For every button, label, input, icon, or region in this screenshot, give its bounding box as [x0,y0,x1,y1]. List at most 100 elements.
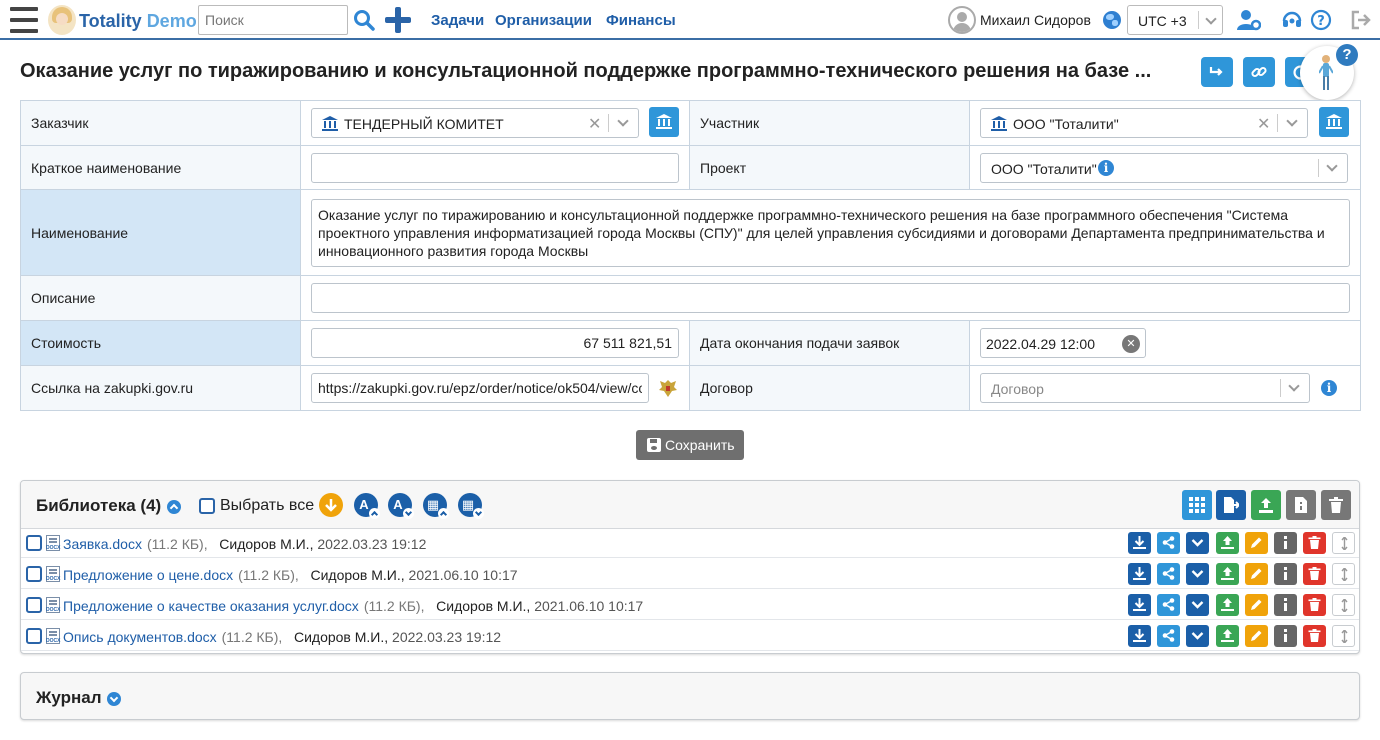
delete-button[interactable] [1303,563,1327,585]
assistant-helper[interactable]: ? [1300,44,1358,100]
journal-panel[interactable]: Журнал [20,672,1360,720]
coat-of-arms-icon[interactable] [657,378,679,398]
download-button[interactable] [1128,532,1151,554]
info-button[interactable] [1274,563,1297,585]
upload-button[interactable] [1251,490,1281,520]
file-name-link[interactable]: Заявка.docx [63,536,142,552]
file-row: Опись документов.docx(11.2 КБ), Сидоров … [21,620,1359,651]
info-icon[interactable]: i [1098,159,1114,176]
nav-organizations[interactable]: Организации [495,12,592,29]
project-select[interactable]: ООО "Тоталити" i [980,152,1348,183]
share-button[interactable] [1157,625,1181,647]
search-icon[interactable] [352,8,376,32]
move-button[interactable] [1332,563,1356,585]
info-button[interactable] [1274,594,1297,616]
contract-select[interactable]: Договор [980,373,1310,403]
name-textarea[interactable]: Оказание услуг по тиражированию и консул… [311,198,1350,267]
save-button[interactable]: Сохранить [636,430,744,460]
sort-alpha-asc-icon[interactable]: A [354,493,380,519]
menu-icon[interactable] [10,7,38,33]
forward-button[interactable] [1201,57,1233,87]
info-icon[interactable]: i [1321,380,1337,396]
file-checkbox[interactable] [26,628,42,644]
expand-button[interactable] [1186,594,1210,616]
upload-button[interactable] [1215,594,1239,616]
select-all-checkbox[interactable] [199,498,215,514]
deadline-input[interactable]: 2022.04.29 12:00 ✕ [980,328,1146,358]
sort-download-icon[interactable] [319,493,343,517]
timezone-select[interactable]: UTC +3 [1127,5,1223,35]
expand-button[interactable] [1186,625,1210,647]
share-button[interactable] [1157,532,1181,554]
file-name-link[interactable]: Предложение о качестве оказания услуг.do… [63,598,359,614]
participant-org-button[interactable] [1319,107,1349,137]
brand-logo[interactable]: Totality Demo [79,11,197,32]
file-checkbox[interactable] [26,535,42,551]
edit-button[interactable] [1244,594,1268,616]
edit-button[interactable] [1244,532,1268,554]
add-icon[interactable] [384,6,412,34]
description-input[interactable] [311,283,1350,313]
download-button[interactable] [1128,563,1151,585]
sort-alpha-desc-icon[interactable]: A [388,493,414,519]
download-button[interactable] [1128,594,1151,616]
upload-button[interactable] [1215,625,1239,647]
move-button[interactable] [1332,594,1356,616]
expand-button[interactable] [1186,563,1210,585]
short-name-input[interactable] [311,152,679,183]
logout-icon[interactable] [1350,9,1374,31]
expand-down-icon[interactable] [107,692,121,706]
delete-button[interactable] [1303,625,1327,647]
zakupki-link-input[interactable] [311,373,649,403]
chevron-down-icon [1326,159,1338,172]
edit-button[interactable] [1244,563,1268,585]
grid-view-button[interactable] [1182,490,1212,520]
add-file-button[interactable] [1216,490,1246,520]
upload-button[interactable] [1215,563,1239,585]
edit-button[interactable] [1244,625,1268,647]
sort-date-desc-icon[interactable]: ▦ [458,493,484,519]
globe-icon[interactable] [1103,11,1121,29]
move-button[interactable] [1332,532,1356,554]
customer-select[interactable]: ТЕНДЕРНЫЙ КОМИТЕТ ✕ [311,108,639,138]
info-button[interactable] [1274,625,1297,647]
download-button[interactable] [1128,625,1151,647]
participant-select[interactable]: ООО "Тоталити" ✕ [980,108,1308,138]
sort-date-asc-icon[interactable]: ▦ [423,493,449,519]
search-input[interactable] [198,5,348,35]
clear-icon[interactable]: ✕ [588,114,601,134]
customer-org-button[interactable] [649,107,679,137]
share-button[interactable] [1157,563,1181,585]
clear-icon[interactable]: ✕ [1257,114,1270,134]
user-avatar-icon[interactable] [948,6,976,34]
file-author: Сидоров М.И., [310,567,405,583]
select-all-label[interactable]: Выбрать все [220,497,314,515]
delete-button[interactable] [1303,594,1327,616]
file-checkbox[interactable] [26,597,42,613]
delete-button[interactable] [1303,532,1327,554]
short-name-label: Краткое наименование [20,145,301,190]
expand-button[interactable] [1186,532,1210,554]
archive-file-button[interactable] [1286,490,1316,520]
nav-tasks[interactable]: Задачи [431,12,484,29]
file-checkbox[interactable] [26,566,42,582]
link-button[interactable] [1243,57,1275,87]
file-name-link[interactable]: Опись документов.docx [63,629,217,645]
delete-all-button[interactable] [1321,490,1351,520]
pencil-icon [1250,599,1262,610]
collapse-up-icon[interactable] [167,500,181,514]
cost-input[interactable] [311,328,679,358]
support-headset-icon[interactable] [1281,9,1305,31]
file-name-link[interactable]: Предложение о цене.docx [63,567,233,583]
nav-finance[interactable]: Финансы [606,12,676,29]
upload-button[interactable] [1215,532,1239,554]
user-settings-icon[interactable] [1237,9,1262,31]
help-icon[interactable]: ? [1310,9,1334,31]
clear-date-icon[interactable]: ✕ [1122,335,1140,353]
help-badge-icon[interactable]: ? [1336,44,1358,66]
user-name[interactable]: Михаил Сидоров [980,12,1091,28]
share-button[interactable] [1157,594,1181,616]
info-button[interactable] [1274,532,1297,554]
move-button[interactable] [1332,625,1356,647]
customer-label: Заказчик [20,100,301,146]
